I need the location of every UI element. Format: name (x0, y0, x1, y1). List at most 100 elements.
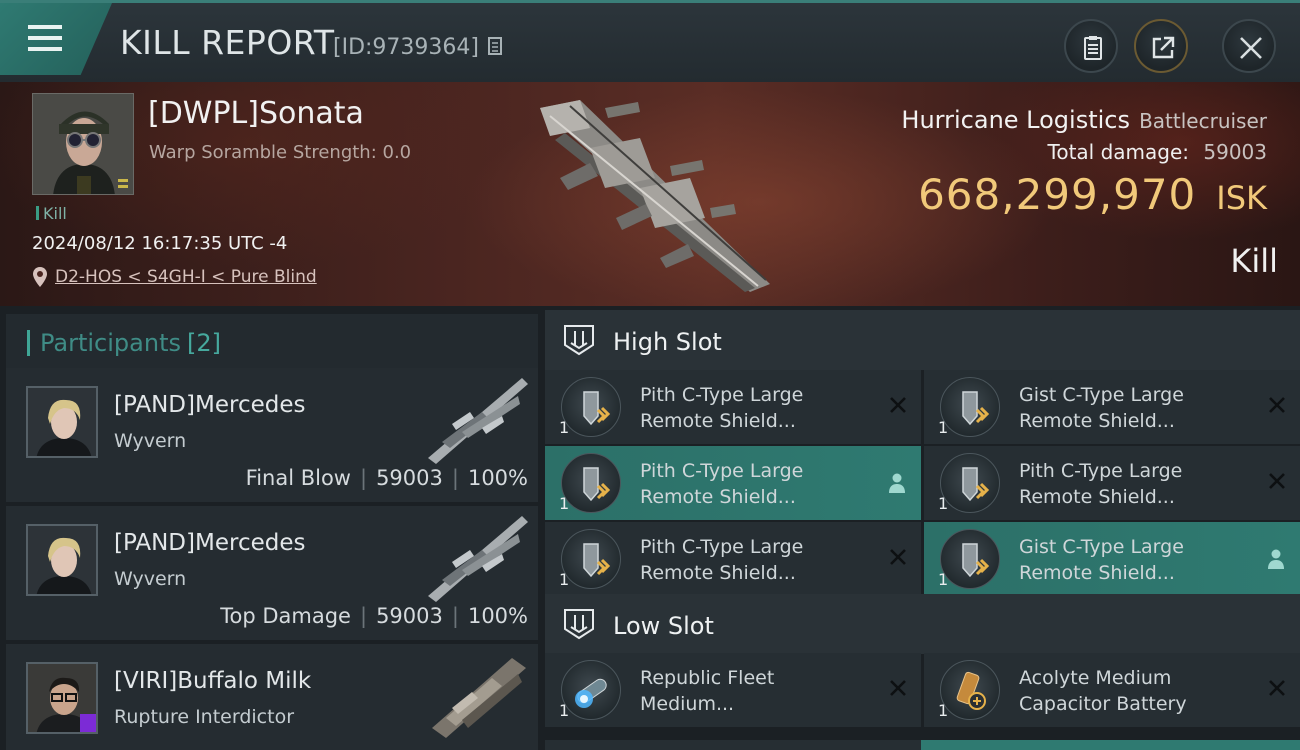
header-bar: KILL REPORT [ID:9739364] (0, 0, 1300, 82)
module-item[interactable]: 1 Pith C-Type Large Remote Shield... (545, 522, 921, 596)
module-quantity: 1 (938, 418, 949, 437)
high-slot-title: High Slot (613, 328, 722, 356)
module-name-line2: Medium... (640, 693, 735, 715)
participant-name[interactable]: [VIRI]Buffalo Milk (114, 668, 311, 694)
low-slot-title: Low Slot (613, 612, 714, 640)
next-module-row-peek (545, 740, 1300, 750)
participant-row[interactable]: [PAND]Mercedes Wyvern Final Blow | 59003 | 1… (6, 368, 538, 502)
close-icon (1240, 37, 1262, 59)
menu-icon-bar (28, 36, 62, 40)
participant-avatar[interactable] (26, 662, 98, 734)
kill-summary-banner: [DWPL]Sonata Warp Soramble Strength: 0.0… (0, 82, 1300, 306)
victim-avatar[interactable] (32, 93, 134, 195)
isk-value-line: 668,299,970 ISK (918, 170, 1267, 219)
low-slot-icon (564, 609, 594, 640)
high-slot-header: High Slot (545, 310, 1300, 370)
module-name-line2: Capacitor Battery (1019, 693, 1187, 715)
capacitor-battery-icon (940, 660, 1000, 720)
destroyed-x-icon (890, 680, 906, 696)
participants-title-label: Participants (40, 329, 181, 357)
module-name-line1: Acolyte Medium (1019, 667, 1172, 689)
report-id: [ID:9739364] (333, 35, 479, 60)
kill-tag: Kill (36, 204, 67, 223)
menu-icon-bar (28, 47, 62, 51)
clipboard-button[interactable] (1064, 19, 1118, 73)
module-quantity: 1 (938, 701, 949, 720)
location-link[interactable]: D2-HOS < S4GH-I < Pure Blind (55, 267, 317, 287)
participant-percent: 100% (467, 604, 528, 628)
participant-row[interactable]: [PAND]Mercedes Wyvern Top Damage | 59003 | 1… (6, 506, 538, 640)
menu-icon (28, 25, 62, 29)
remote-shield-booster-icon (940, 377, 1000, 437)
module-name-line2: Remote Shield... (640, 562, 796, 584)
isk-value: 668,299,970 (918, 170, 1197, 219)
kill-type-label: Kill (1230, 242, 1278, 280)
participant-row[interactable]: [VIRI]Buffalo Milk Rupture Interdictor (6, 644, 538, 750)
dropped-person-icon (1268, 549, 1284, 569)
victim-ship-name[interactable]: Hurricane Logistics (901, 106, 1130, 134)
participant-role: Top Damage (220, 604, 351, 628)
module-name-line1: Pith C-Type Large (640, 536, 804, 558)
participant-name[interactable]: [PAND]Mercedes (114, 530, 305, 556)
participant-avatar[interactable] (26, 524, 98, 596)
share-button[interactable] (1134, 19, 1188, 73)
isk-unit: ISK (1216, 179, 1267, 217)
module-name-line2: Remote Shield... (640, 486, 796, 508)
victim-ship-image[interactable] (520, 88, 780, 298)
total-damage-label: Total damage: (1047, 140, 1190, 164)
module-quantity: 1 (559, 494, 570, 513)
module-item[interactable]: 1 Gist C-Type Large Remote Shield... (924, 370, 1300, 444)
module-name-line2: Remote Shield... (1019, 410, 1175, 432)
participant-name[interactable]: [PAND]Mercedes (114, 392, 305, 418)
kill-timestamp: 2024/08/12 16:17:35 UTC -4 (32, 233, 288, 254)
total-damage-value: 59003 (1203, 140, 1267, 164)
module-item[interactable]: 1 Acolyte Medium Capacitor Battery (924, 653, 1300, 727)
module-item[interactable]: 1 Republic Fleet Medium... (545, 653, 921, 727)
participant-ship-image[interactable] (422, 510, 534, 606)
victim-name[interactable]: [DWPL]Sonata (148, 96, 364, 131)
corp-badge-icon (80, 714, 96, 732)
participant-damage: 59003 (376, 604, 443, 628)
destroyed-x-icon (1269, 473, 1285, 489)
stats-separator: | (451, 466, 459, 490)
clipboard-icon (1084, 36, 1102, 60)
stats-separator: | (359, 466, 368, 490)
remote-shield-booster-icon (561, 529, 621, 589)
close-button[interactable] (1222, 19, 1276, 73)
module-name-line1: Gist C-Type Large (1019, 536, 1184, 558)
remote-shield-booster-icon (561, 453, 621, 513)
participant-percent: 100% (467, 466, 528, 490)
module-quantity: 1 (559, 570, 570, 589)
participants-header: Participants [2] (6, 314, 538, 370)
module-quantity: 1 (938, 494, 949, 513)
participant-ship-image[interactable] (422, 648, 534, 744)
participants-count: [2] (186, 329, 221, 357)
participant-ship: Wyvern (114, 430, 187, 452)
participants-title: Participants [2] (40, 329, 221, 357)
dropped-person-icon (889, 473, 905, 493)
module-name-line1: Gist C-Type Large (1019, 384, 1184, 406)
module-item[interactable]: 1 Pith C-Type Large Remote Shield... (924, 446, 1300, 520)
module-item[interactable]: 1 Pith C-Type Large Remote Shield... (545, 370, 921, 444)
menu-button[interactable] (0, 3, 112, 75)
module-item[interactable]: 1 Gist C-Type Large Remote Shield... (924, 522, 1300, 596)
module-quantity: 1 (938, 570, 949, 589)
copy-icon[interactable] (488, 37, 506, 59)
participant-damage: 59003 (376, 466, 443, 490)
high-slot-icon (564, 325, 594, 356)
remote-shield-booster-icon (940, 453, 1000, 513)
participant-avatar[interactable] (26, 386, 98, 458)
destroyed-x-icon (1269, 397, 1285, 413)
participant-ship: Wyvern (114, 568, 187, 590)
victim-ship-line: Hurricane Logistics Battlecruiser (901, 106, 1267, 134)
participant-role: Final Blow (245, 466, 351, 490)
total-damage-line: Total damage: 59003 (1048, 140, 1267, 164)
participant-ship-image[interactable] (422, 372, 534, 468)
module-item[interactable]: 1 Pith C-Type Large Remote Shield... (545, 446, 921, 520)
module-name: Pith C-Type Large Remote Shield... (640, 534, 803, 586)
destroyed-x-icon (1269, 680, 1285, 696)
share-icon (1152, 36, 1175, 59)
module-name: Gist C-Type Large Remote Shield... (1019, 382, 1184, 434)
module-name: Pith C-Type Large Remote Shield... (640, 458, 803, 510)
module-quantity: 1 (559, 701, 570, 720)
